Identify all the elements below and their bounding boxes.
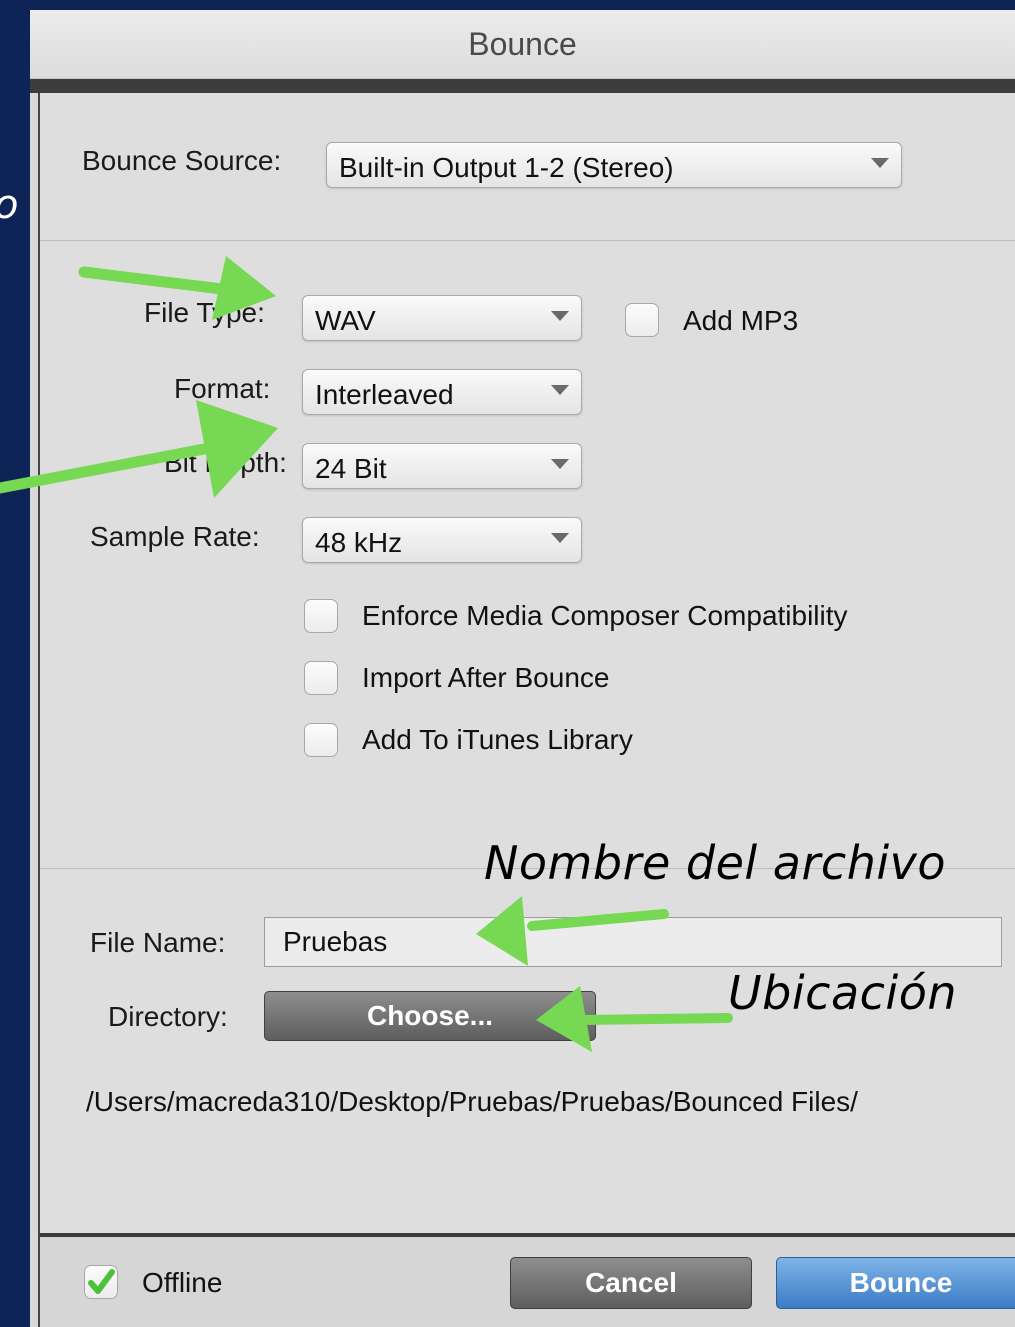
annotation-arrows <box>0 256 733 1052</box>
location-annotation: Ubicación <box>728 966 957 1020</box>
arrowhead-directory <box>536 986 592 1052</box>
arrowhead-file-name <box>476 896 528 966</box>
arrow-file-name <box>527 909 669 931</box>
file-name-annotation: Nombre del archivo <box>484 836 946 890</box>
arrow-format <box>0 440 226 494</box>
arrow-file-type <box>78 266 236 296</box>
arrowhead-file-type <box>212 256 276 320</box>
arrowhead-format <box>196 400 278 498</box>
arrow-directory <box>579 1013 733 1025</box>
